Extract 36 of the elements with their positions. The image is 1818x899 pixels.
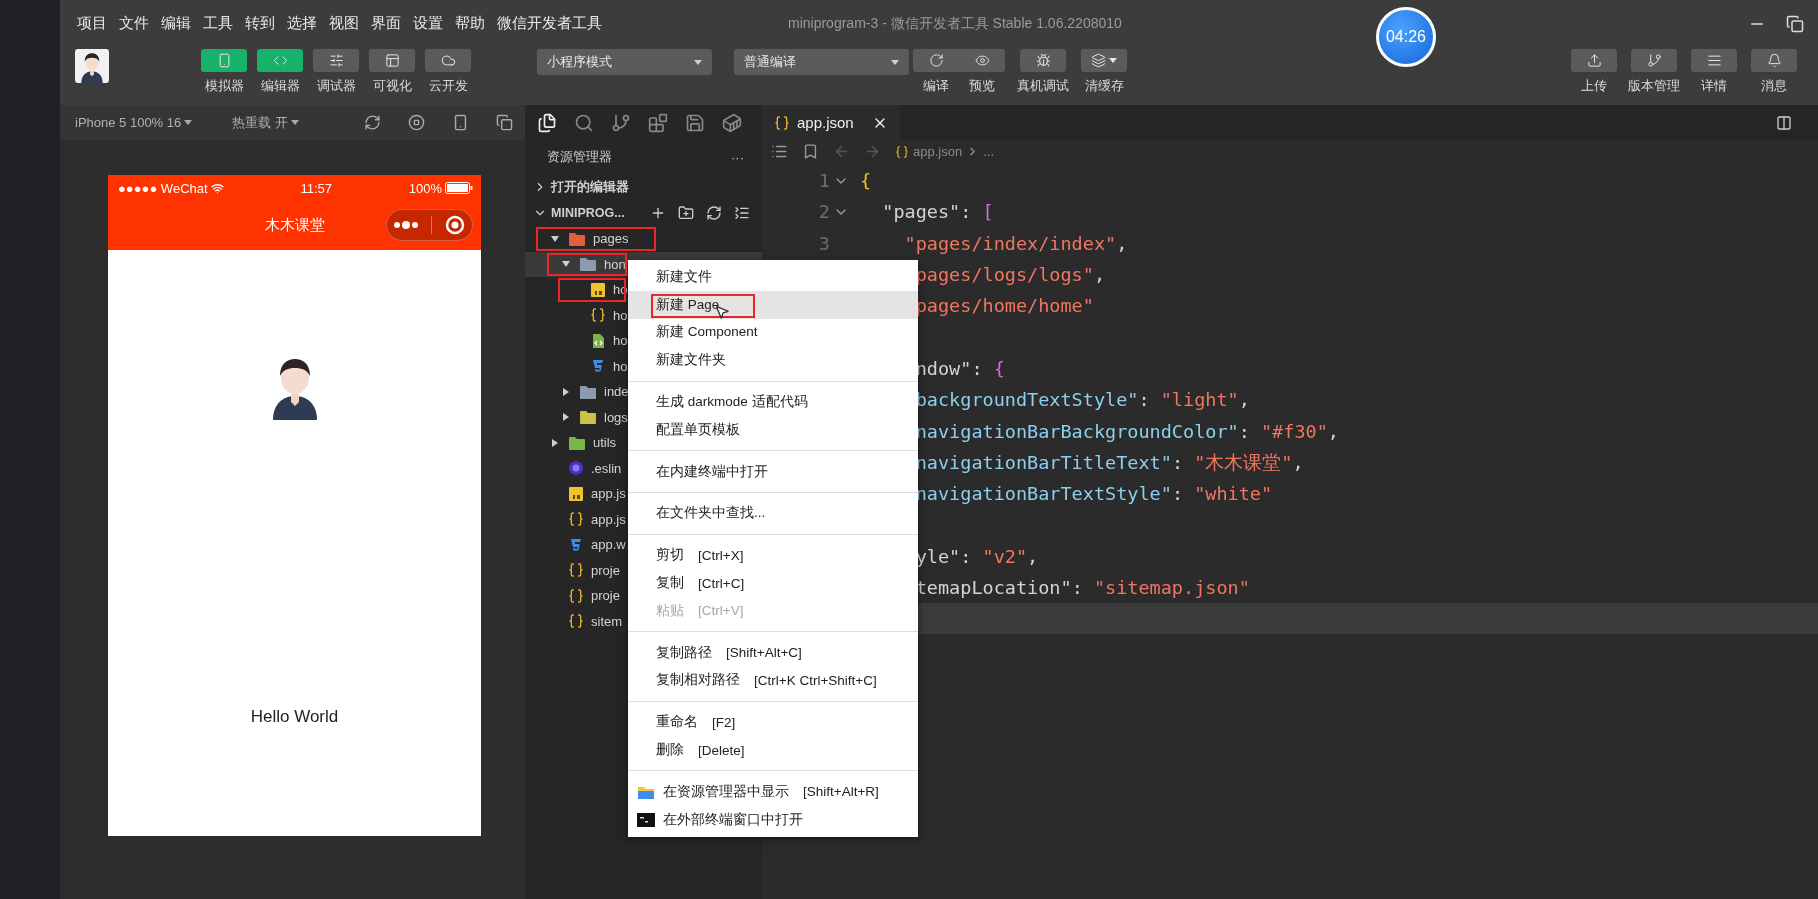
panel-title: 资源管理器 [547,148,612,166]
line-number: 2 [818,201,830,223]
button-label: 预览 [969,77,995,95]
button-label: 编译 [923,77,949,95]
button-label: 详情 [1701,77,1727,95]
button-label: 模拟器 [204,77,244,95]
code-line: navigationBarBackgroundColor": "#f30", [914,420,1339,442]
line-number: 1 [818,170,830,192]
code-line: "pages/index/index", [903,232,1128,254]
button-label: 消息 [1761,77,1787,95]
button-label: 上传 [1581,77,1607,95]
window-title: miniprogram-3 - 微信开发者工具 Stable 1.06.2208010 [788,14,1122,33]
carrier-text: ●●●●● WeChat [118,180,208,196]
code-line: "pages": [ [881,201,994,223]
button-label: 可视化 [372,77,412,95]
code-line: { [860,170,872,192]
code-line: navigationBarTextStyle": "white" [914,483,1273,505]
button-label: 真机调试 [1017,77,1069,95]
button-label: 调试器 [316,77,356,95]
button-label: 版本管理 [1628,77,1680,95]
button-label: 编辑器 [260,77,300,95]
battery-text: 100% [408,180,442,196]
code-line: yle": "v2", [914,545,1039,567]
section-label: MINIPROG... [551,206,625,220]
button-label: 清缓存 [1084,77,1124,95]
code-line: navigationBarTitleText": "木木课堂", [914,450,1304,475]
code-line: pages/logs/logs", [914,264,1106,286]
line-number: 3 [818,232,830,254]
code-line: ndow": { [914,357,1005,379]
section-label: 打开的编辑器 [551,178,629,196]
nav-title: 木木课堂 [264,216,325,235]
clock-text: 11:57 [300,180,332,196]
code-line: backgroundTextStyle": "light", [914,389,1250,411]
button-label: 云开发 [428,77,468,95]
code-line: temapLocation": "sitemap.json" [914,577,1250,598]
hello-text: Hello World [250,707,339,727]
